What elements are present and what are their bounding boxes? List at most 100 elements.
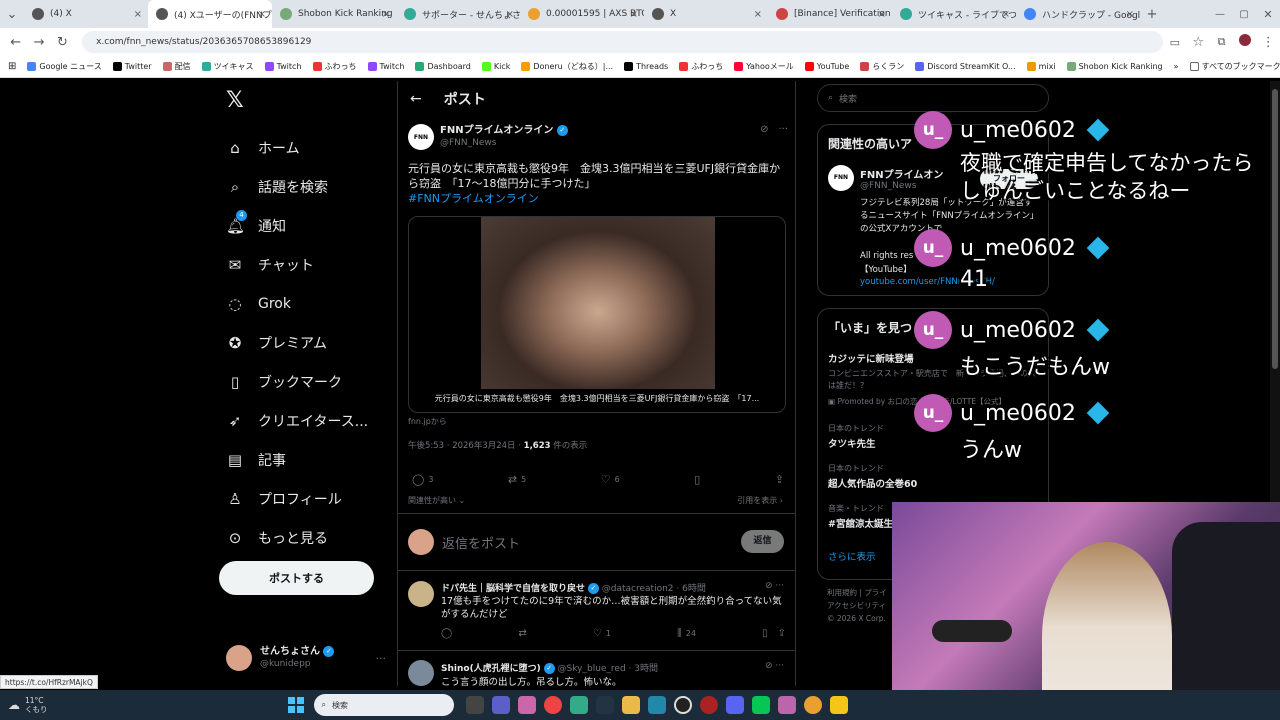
link-source[interactable]: fnn.jpから (408, 416, 447, 427)
reply-item[interactable]: ドパ先生｜脳科学で自信を取り戻せ ✓ @datacreation2 · 6時間 … (398, 571, 796, 651)
close-tab-icon[interactable]: × (258, 9, 266, 20)
reply-author[interactable]: ドパ先生｜脳科学で自信を取り戻せ (441, 584, 585, 594)
bookmark-item[interactable]: Dashboard (415, 62, 471, 71)
search-box[interactable]: ⌕ 検索 (817, 84, 1049, 112)
taskview-icon[interactable] (465, 696, 484, 714)
app-icon[interactable] (569, 696, 588, 714)
close-window-icon[interactable]: ✕ (1256, 8, 1280, 21)
footer-link[interactable]: 利用規約 (827, 588, 857, 597)
close-tab-icon[interactable]: × (506, 9, 514, 20)
reply-action[interactable]: ◯ (441, 628, 452, 639)
more-dots-icon[interactable]: ··· (778, 124, 788, 154)
nav-item-bookmarks[interactable]: ▯ ブックマーク (226, 362, 396, 401)
nav-item-premium[interactable]: ✪ プレミアム (226, 323, 396, 362)
bookmark-item[interactable]: ふわっち (679, 61, 723, 72)
taskbar-search[interactable]: ⌕ 検索 (313, 694, 454, 716)
more-dots-icon[interactable]: ··· (775, 661, 784, 671)
browser-tab[interactable]: [Binance] Verification × (768, 0, 892, 28)
grok-explain-icon[interactable]: ⊘ (765, 661, 773, 671)
show-more-link[interactable]: さらに表示 (828, 549, 876, 563)
close-tab-icon[interactable]: × (1126, 9, 1134, 20)
close-tab-icon[interactable]: × (134, 9, 142, 20)
more-dots-icon[interactable]: ··· (775, 581, 784, 591)
close-tab-icon[interactable]: × (754, 9, 762, 20)
line-icon[interactable] (751, 696, 770, 714)
bookmark-item[interactable]: Twitch (367, 62, 404, 71)
close-tab-icon[interactable]: × (878, 9, 886, 20)
bookmark-item[interactable]: Twitch (264, 62, 302, 71)
hashtag-link[interactable]: #FNNプライムオンライン (408, 192, 539, 205)
like-action[interactable]: ♡ 1 (593, 628, 611, 639)
bookmark-star-icon[interactable]: ☆ (1187, 35, 1210, 50)
browser-tab[interactable]: ハンドクラップ - Google × (1016, 0, 1140, 28)
post-button[interactable]: ポストする (219, 561, 374, 595)
profile-avatar-icon[interactable] (1233, 34, 1256, 50)
nav-item-more[interactable]: ⊙ もっと見る (226, 518, 396, 557)
obs-icon[interactable] (673, 696, 692, 714)
author-name[interactable]: FNNプライムオンライン (440, 125, 553, 136)
author-avatar[interactable]: FNN (408, 124, 434, 150)
apps-icon[interactable]: ⊞ (8, 61, 16, 72)
bookmark-item[interactable]: Kick (481, 62, 510, 71)
post-timestamp[interactable]: 午後5:53 · 2026年3月24日 · (408, 441, 524, 451)
folder-icon[interactable] (621, 696, 640, 714)
bookmark-item[interactable]: Yahooメール (734, 61, 794, 72)
bookmark-item[interactable]: Google ニュース (27, 61, 102, 72)
cast-icon[interactable]: ▭ (1163, 36, 1186, 49)
share-icon[interactable]: ⇪ (778, 628, 786, 639)
scrollbar-thumb[interactable] (1272, 89, 1278, 369)
browser-tab[interactable]: サポーター - せんちょさん × (396, 0, 520, 28)
app-icon[interactable] (777, 696, 796, 714)
nav-item-creator-studio[interactable]: ➶ クリエイタース... (226, 401, 396, 440)
bookmark-item[interactable]: Twitter (112, 62, 152, 71)
browser-tab[interactable]: (4) X × (24, 0, 148, 28)
bookmark-item[interactable]: Shobon Kick Ranking (1066, 62, 1163, 71)
avatar[interactable] (408, 581, 434, 607)
app-icon[interactable] (699, 696, 718, 714)
windows-start-icon[interactable] (287, 697, 304, 713)
bookmark-item[interactable]: mixi (1026, 62, 1056, 71)
back-arrow-icon[interactable]: ← (410, 91, 422, 107)
nav-item-notifications[interactable]: 🔔︎ 4 通知 (226, 206, 396, 245)
bookmark-icon[interactable]: ▯ (762, 628, 768, 639)
browser-tab[interactable]: Shobon Kick Ranking × (272, 0, 396, 28)
footer-link[interactable]: プライ (864, 588, 887, 597)
x-logo-icon[interactable]: 𝕏 (226, 88, 244, 113)
bookmark-item[interactable]: 配信 (162, 61, 191, 72)
nav-item-profile[interactable]: ♙ プロフィール (226, 479, 396, 518)
reply-action[interactable]: ◯ 3 (412, 473, 433, 486)
view-quotes-link[interactable]: 引用を表示 › (737, 495, 783, 506)
relevance-sort[interactable]: 関連性が高い ⌄ (408, 495, 465, 506)
nav-item-articles[interactable]: ▤ 記事 (226, 440, 396, 479)
url-bar[interactable]: x.com/fnn_news/status/203636570865389612… (82, 31, 1164, 53)
browser-tab[interactable]: ツイキャス - ライブでつな × (892, 0, 1016, 28)
nav-item-grok[interactable]: ◌ Grok (226, 284, 396, 323)
reply-handle[interactable]: @Sky_blue_red · 3時間 (558, 664, 658, 674)
maximize-icon[interactable]: ▢ (1232, 9, 1256, 20)
browser-tab[interactable]: X × (644, 0, 768, 28)
grok-explain-icon[interactable]: ⊘ (760, 124, 768, 154)
author-handle[interactable]: @FNN_News (440, 137, 568, 150)
close-tab-icon[interactable]: × (1002, 9, 1010, 20)
steam-icon[interactable] (595, 696, 614, 714)
related-handle[interactable]: @FNN_News (860, 181, 916, 191)
minimize-icon[interactable]: — (1208, 9, 1232, 20)
repost-action[interactable]: ⇄ (518, 628, 526, 639)
bookmark-item[interactable]: Discord StreamKit O... (915, 62, 1016, 71)
all-bookmarks[interactable]: すべてのブックマーク (1189, 61, 1280, 72)
reply-input[interactable]: 返信をポスト (442, 533, 520, 552)
browser-tab[interactable]: 0.00001595 | AXS BTC × (520, 0, 644, 28)
bookmark-item[interactable]: YouTube (804, 62, 849, 71)
weather-widget[interactable]: ☁ 11°C くもり (8, 696, 48, 714)
app-icon[interactable] (647, 696, 666, 714)
reload-icon[interactable]: ↻ (51, 35, 74, 50)
menu-icon[interactable]: ⋮ (1257, 35, 1280, 50)
forward-icon[interactable]: → (27, 35, 50, 50)
trend-item[interactable]: 日本のトレンド 超人気作品の全巻60 (828, 463, 1040, 490)
repost-action[interactable]: ⇄ 5 (508, 473, 526, 486)
bookmark-item[interactable]: らくラン (860, 61, 904, 72)
bookmark-item[interactable]: Threads (624, 62, 668, 71)
new-tab-icon[interactable]: + (1140, 7, 1164, 22)
browser-tab-active[interactable]: (4) Xユーザーの(FNNプラ × (148, 0, 272, 28)
share-action[interactable]: ⇪ (775, 473, 784, 486)
